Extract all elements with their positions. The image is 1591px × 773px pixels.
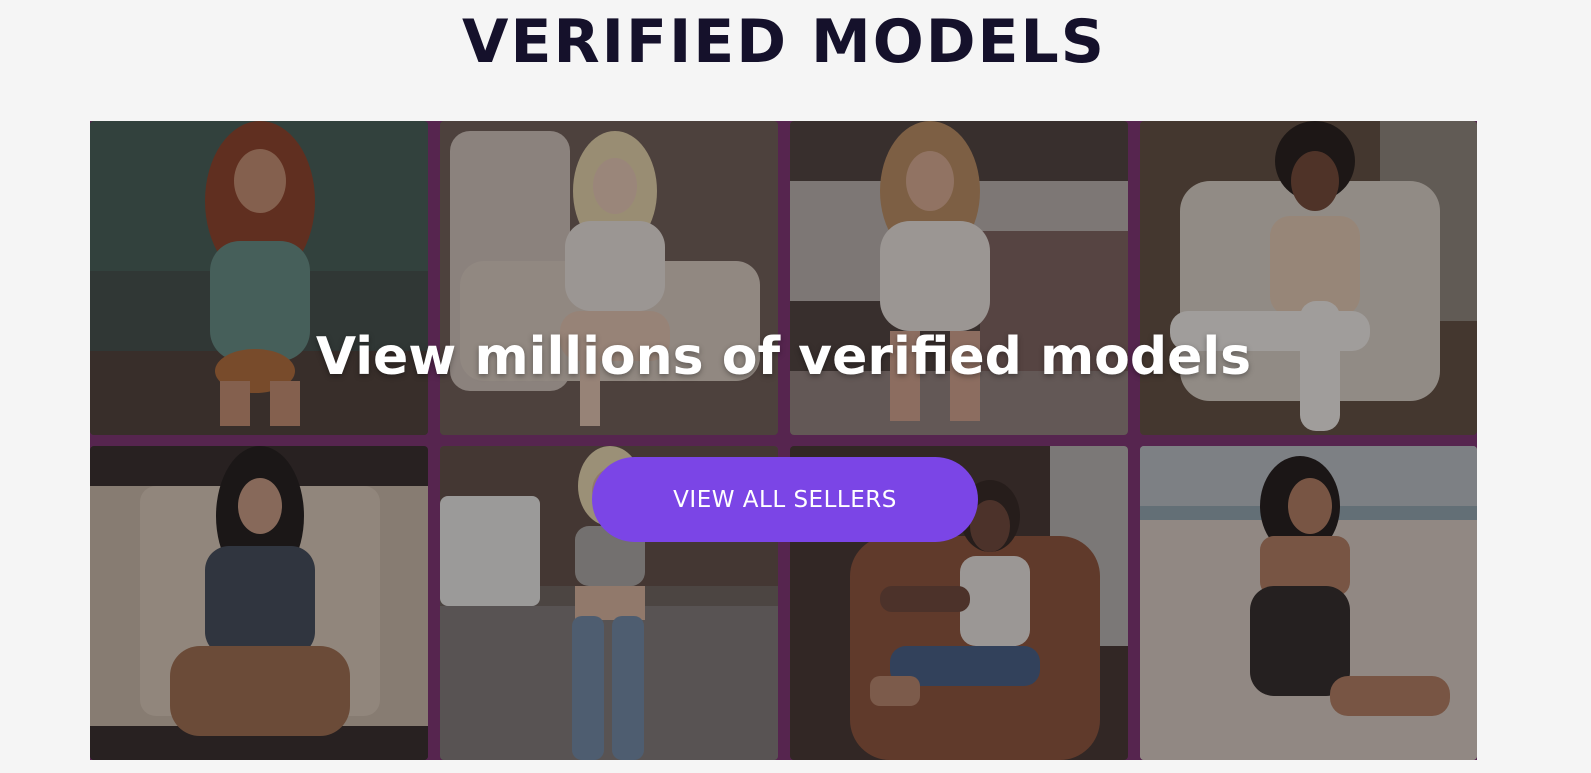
page-title: VERIFIED MODELS <box>462 7 1106 77</box>
banner-headline: View millions of verified models <box>315 327 1252 387</box>
view-all-sellers-button[interactable]: VIEW ALL SELLERS <box>592 457 978 542</box>
model-gallery: View millions of verified models VIEW AL… <box>90 121 1477 760</box>
model-photo-5[interactable] <box>90 446 428 760</box>
model-photo-8[interactable] <box>1140 446 1477 760</box>
